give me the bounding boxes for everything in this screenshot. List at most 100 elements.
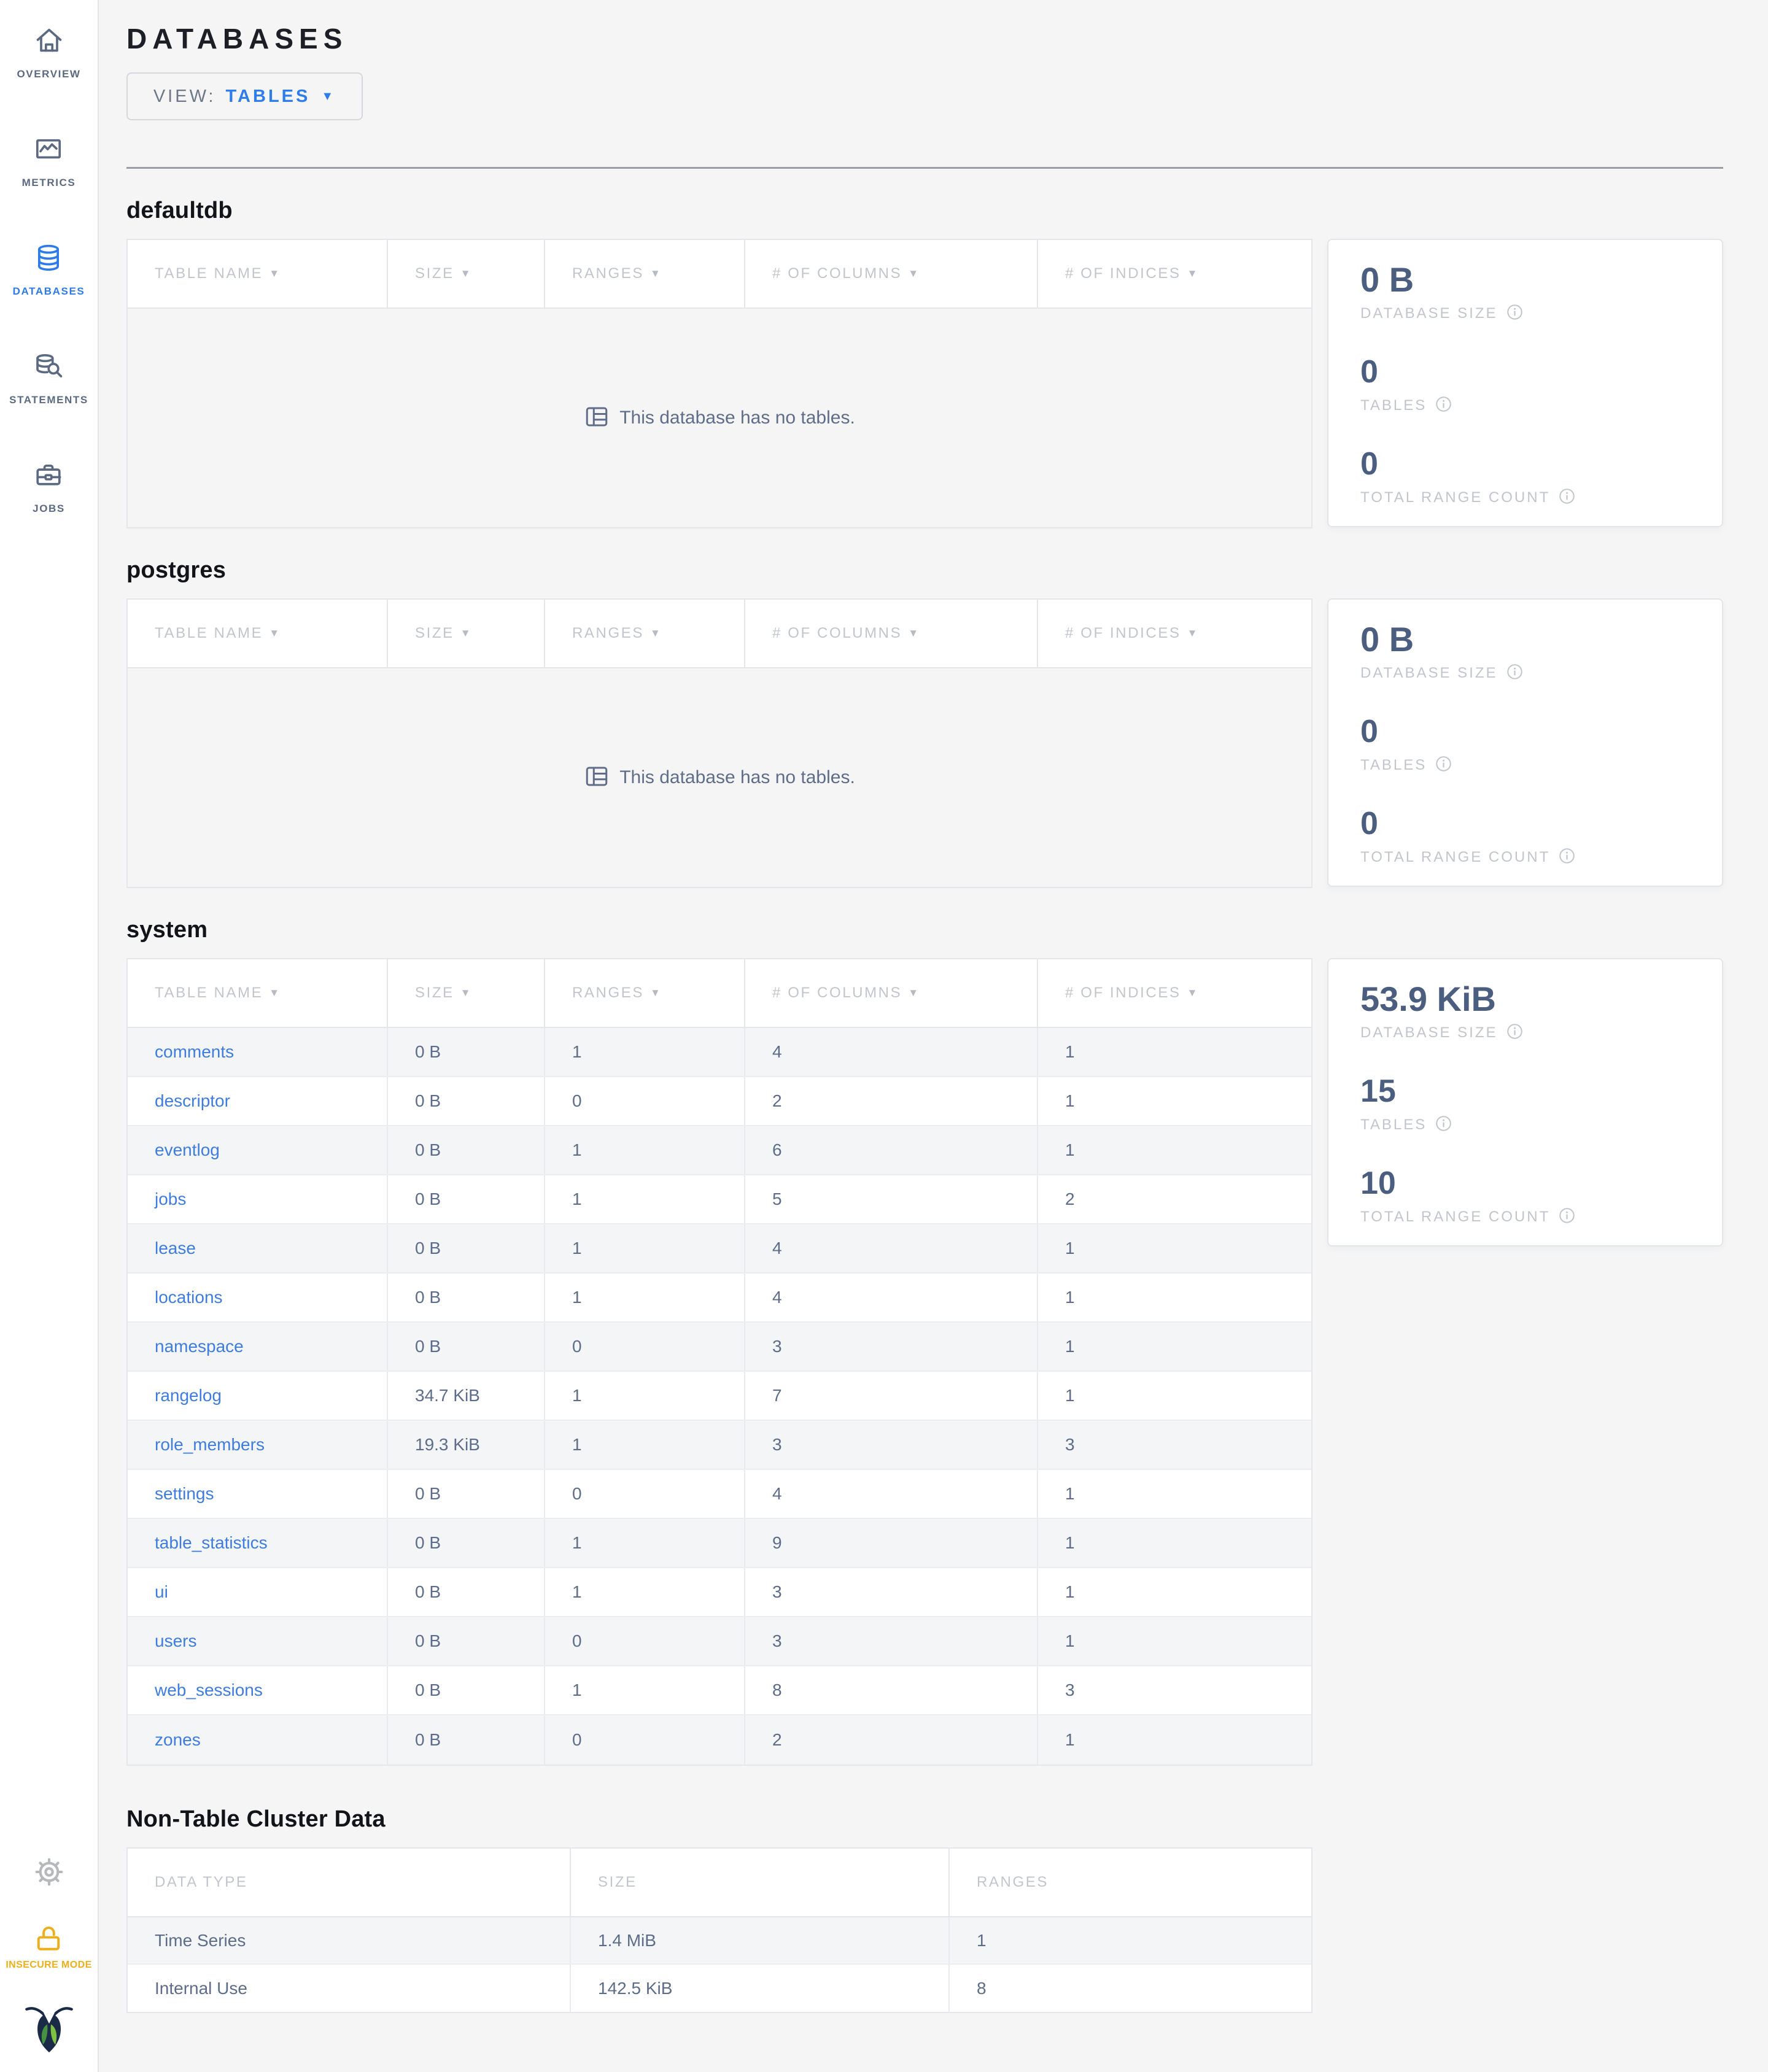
column-header-size[interactable]: SIZE ▼: [388, 240, 545, 307]
table-name-link[interactable]: descriptor: [155, 1091, 230, 1111]
info-icon[interactable]: [1506, 304, 1523, 320]
column-header-label: TABLE NAME: [155, 984, 263, 1001]
table-icon: [586, 767, 608, 786]
sort-arrow-icon: ▼: [269, 627, 281, 639]
database-section-body: TABLE NAME ▼ SIZE ▼ RANGES ▼ # OF COLUMNS ▼ # OF…: [126, 598, 1723, 888]
cell-ranges: 1: [977, 1930, 987, 1950]
column-header-ranges[interactable]: RANGES ▼: [545, 240, 745, 307]
stat-label-row: DATABASE SIZE: [1360, 304, 1690, 323]
info-icon-wrap: [1498, 304, 1523, 323]
column-header-table-name[interactable]: TABLE NAME ▼: [128, 240, 388, 307]
column-header--of-indices[interactable]: # OF INDICES ▼: [1038, 600, 1310, 667]
table-header-row: TABLE NAME ▼ SIZE ▼ RANGES ▼ # OF COLUMNS ▼ # OF…: [128, 600, 1311, 668]
table-icon: [586, 407, 608, 426]
column-header-size[interactable]: SIZE ▼: [388, 600, 545, 667]
stat-label: TOTAL RANGE COUNT: [1360, 849, 1551, 865]
cell-table-name: zones: [128, 1715, 388, 1765]
column-header--of-columns[interactable]: # OF COLUMNS ▼: [745, 240, 1038, 307]
info-icon-wrap: [1550, 848, 1575, 867]
table-name-link[interactable]: zones: [155, 1730, 201, 1750]
sort-arrow-icon: ▼: [908, 987, 920, 999]
column-header--of-columns[interactable]: # OF COLUMNS ▼: [745, 600, 1038, 667]
table-name-link[interactable]: ui: [155, 1582, 168, 1602]
table-row: jobs 0 B15 2: [128, 1175, 1311, 1224]
table-name-link[interactable]: role_members: [155, 1435, 265, 1455]
sidebar-item-statements[interactable]: STATEMENTS: [9, 350, 88, 406]
home-icon: [33, 25, 65, 60]
cell-size: 0 B: [388, 1617, 545, 1665]
info-icon[interactable]: [1559, 488, 1575, 504]
info-icon-wrap: [1427, 756, 1452, 775]
column-header-ranges[interactable]: RANGES ▼: [545, 959, 745, 1027]
column-header-table-name[interactable]: TABLE NAME ▼: [128, 600, 388, 667]
table-name-link[interactable]: rangelog: [155, 1386, 222, 1405]
view-selector-dropdown[interactable]: VIEW: TABLES ▼: [126, 72, 363, 120]
cell-indices: 3: [1065, 1680, 1075, 1699]
sidebar-item-label: OVERVIEW: [17, 68, 81, 80]
sort-arrow-icon: ▼: [649, 987, 662, 999]
info-icon[interactable]: [1506, 663, 1523, 680]
cell-table-name: eventlog: [128, 1126, 388, 1174]
cell-data-type: Time Series: [128, 1917, 571, 1963]
info-icon[interactable]: [1435, 396, 1452, 412]
sort-arrow-icon: ▼: [269, 268, 281, 279]
cell-indices: 1: [1065, 1042, 1075, 1061]
table-name-link[interactable]: eventlog: [155, 1140, 220, 1160]
info-icon[interactable]: [1559, 1207, 1575, 1224]
table-name-link[interactable]: namespace: [155, 1337, 244, 1356]
table-header-row: TABLE NAME ▼ SIZE ▼ RANGES ▼ # OF COLUMNS ▼ # OF…: [128, 959, 1311, 1028]
cell-ranges: 1: [545, 1666, 745, 1714]
column-header-label: SIZE: [415, 265, 454, 282]
sidebar-item-metrics[interactable]: METRICS: [22, 133, 76, 189]
stat-total-range-count: 10 TOTAL RANGE COUNT: [1360, 1163, 1690, 1227]
stat-label-row: DATABASE SIZE: [1360, 663, 1690, 683]
settings-gear-icon[interactable]: [33, 1856, 65, 1891]
sidebar-item-databases[interactable]: DATABASES: [13, 242, 85, 298]
info-icon[interactable]: [1506, 1023, 1523, 1040]
table-name-link[interactable]: users: [155, 1631, 196, 1651]
table-name-link[interactable]: table_statistics: [155, 1533, 268, 1553]
table-name-link[interactable]: locations: [155, 1288, 223, 1307]
empty-table-state: This database has no tables.: [128, 668, 1311, 887]
database-section-defaultdb: defaultdb TABLE NAME ▼ SIZE ▼ RANGES ▼ # OF COL…: [126, 198, 1723, 528]
column-header--of-indices[interactable]: # OF INDICES ▼: [1038, 240, 1310, 307]
table-name-link[interactable]: web_sessions: [155, 1680, 263, 1700]
info-icon[interactable]: [1435, 1115, 1452, 1132]
sort-arrow-icon: ▼: [460, 987, 473, 999]
table-name-link[interactable]: settings: [155, 1484, 214, 1504]
cell-ranges: 1: [545, 1274, 745, 1321]
table-name-link[interactable]: jobs: [155, 1189, 186, 1209]
table-row: descriptor 0 B02 1: [128, 1077, 1311, 1126]
sidebar-item-jobs[interactable]: JOBS: [33, 459, 65, 515]
sidebar: OVERVIEW METRICS DATABASES STATEMENTS JOBS I…: [0, 0, 99, 2072]
stat-value: 0 B: [1360, 620, 1414, 659]
column-header-label: # OF COLUMNS: [772, 625, 902, 641]
cell-size: 0 B: [388, 1274, 545, 1321]
database-name: system: [126, 917, 208, 943]
cell-table-name: role_members: [128, 1421, 388, 1469]
column-header--of-indices[interactable]: # OF INDICES ▼: [1038, 959, 1310, 1027]
databases-icon: [33, 242, 64, 277]
info-icon-wrap: [1498, 663, 1523, 683]
table-name-link[interactable]: comments: [155, 1042, 234, 1062]
column-header-data-type: DATA TYPE: [128, 1849, 571, 1916]
stat-label-row: DATABASE SIZE: [1360, 1023, 1690, 1043]
cell-ranges: 1: [545, 1372, 745, 1420]
insecure-mode-indicator[interactable]: INSECURE MODE: [6, 1923, 91, 1971]
column-header--of-columns[interactable]: # OF COLUMNS ▼: [745, 959, 1038, 1027]
cell-indices: 1: [1065, 1239, 1075, 1258]
table-name-link[interactable]: lease: [155, 1239, 196, 1258]
info-icon[interactable]: [1559, 848, 1575, 864]
cell-ranges: 0: [545, 1470, 745, 1518]
info-icon-wrap: [1427, 1115, 1452, 1135]
sort-arrow-icon: ▼: [460, 268, 473, 279]
column-header-size[interactable]: SIZE ▼: [388, 959, 545, 1027]
sidebar-item-overview[interactable]: OVERVIEW: [17, 25, 80, 80]
column-header-table-name[interactable]: TABLE NAME ▼: [128, 959, 388, 1027]
stat-database-size: 0 B DATABASE SIZE: [1360, 260, 1690, 323]
cell-ranges: 1: [545, 1568, 745, 1616]
cell-columns: 4: [745, 1470, 1038, 1518]
column-header-ranges[interactable]: RANGES ▼: [545, 600, 745, 667]
page-title: DATABASES: [126, 23, 348, 55]
info-icon[interactable]: [1435, 756, 1452, 772]
